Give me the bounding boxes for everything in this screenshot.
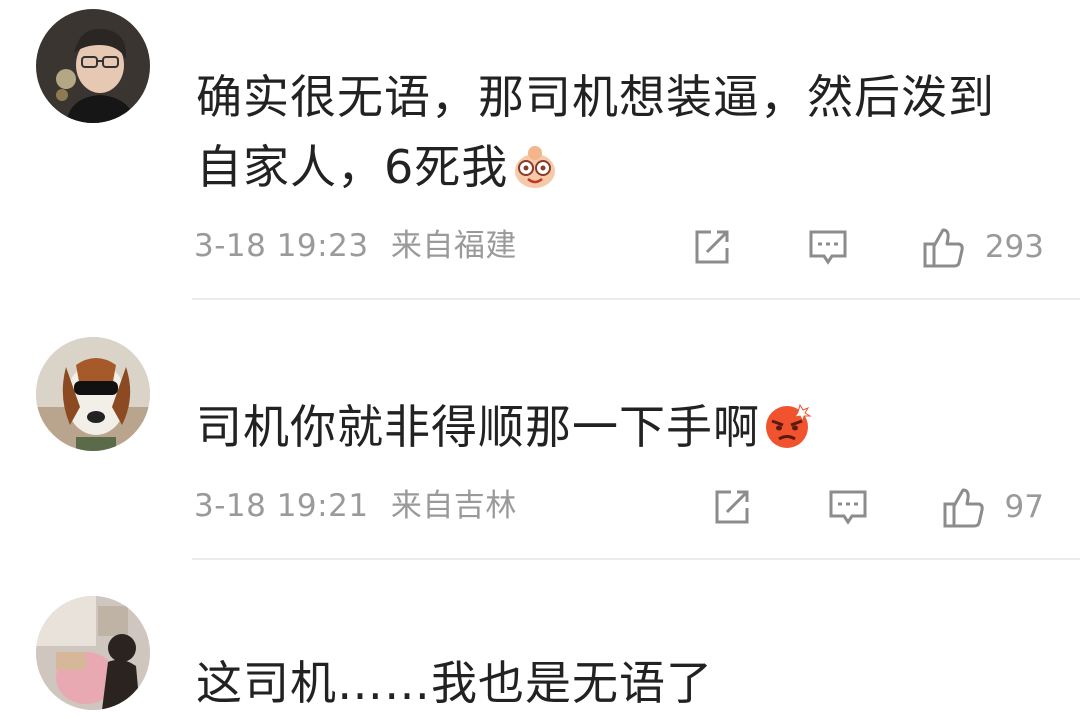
- avatar-image: [36, 596, 150, 710]
- comment-text: 这司机……我也是无语了: [196, 648, 1036, 718]
- comment-item: 这司机……我也是无语了: [0, 0, 1080, 715]
- avatar[interactable]: [36, 596, 150, 710]
- comment-text-content: 这司机……我也是无语了: [196, 656, 713, 710]
